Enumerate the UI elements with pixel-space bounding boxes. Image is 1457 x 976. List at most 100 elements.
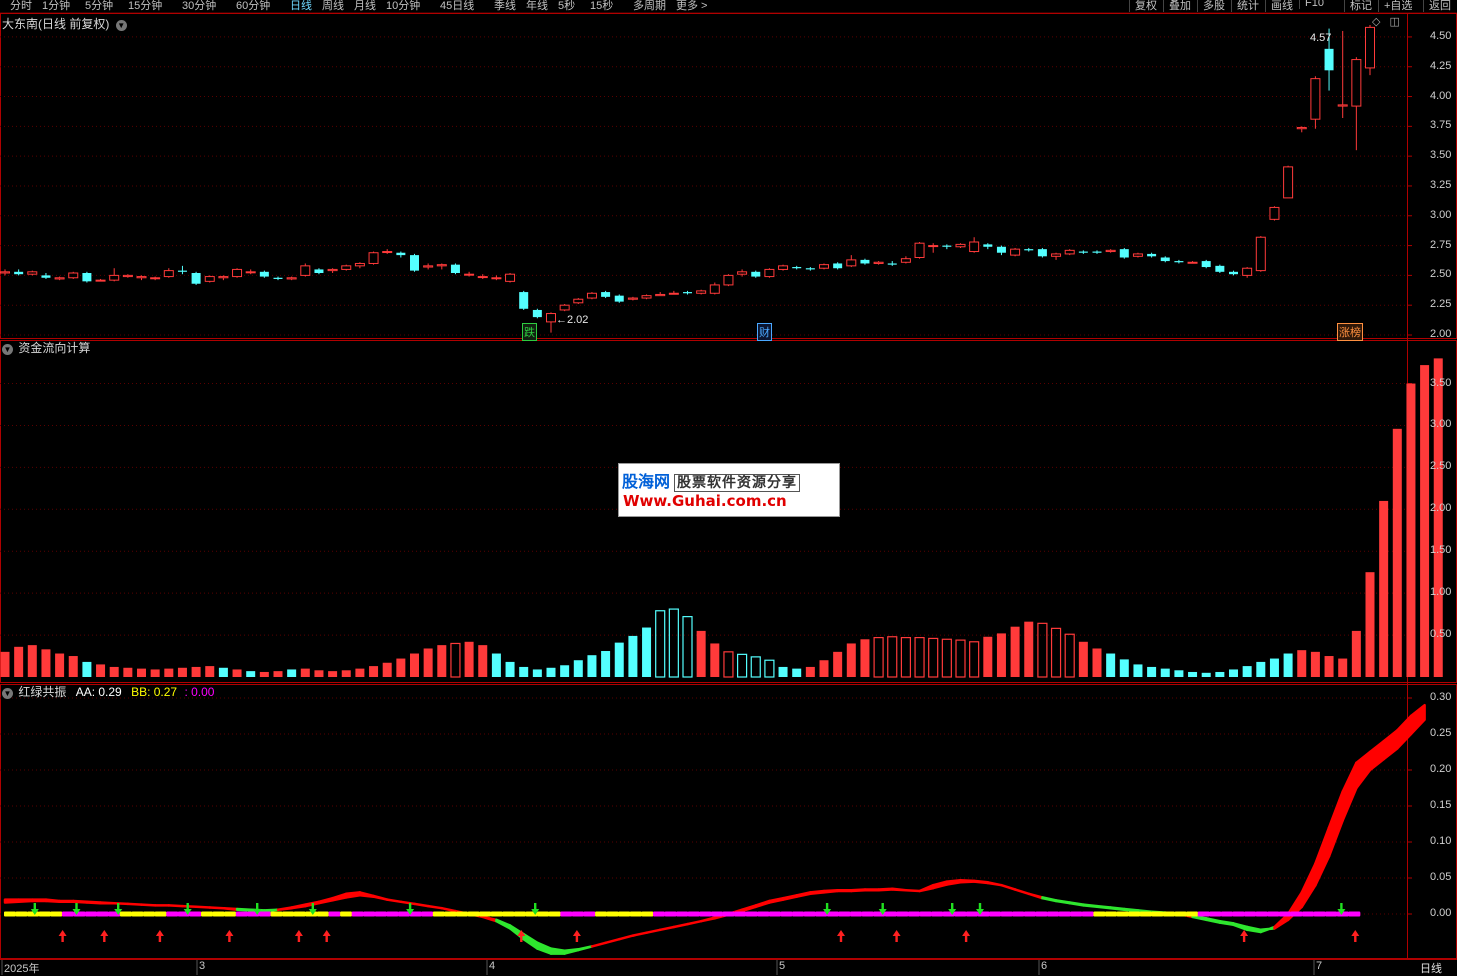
period-indicator[interactable]: 日线	[1420, 960, 1442, 976]
flow-bar	[1010, 626, 1020, 677]
resonance-band-red	[167, 904, 184, 908]
resonance-band-red	[385, 898, 403, 904]
zero-line-segment	[386, 911, 399, 917]
flow-bar	[55, 653, 65, 677]
candle-body	[709, 284, 720, 294]
resonance-band-green	[1232, 922, 1249, 932]
flow-bar	[177, 667, 187, 677]
resonance-band-red	[795, 891, 812, 898]
chevron-down-icon[interactable]: ▼	[115, 20, 127, 31]
resonance-band-red	[1327, 790, 1344, 858]
panel-toggle-icon[interactable]: ◫	[1390, 16, 1400, 28]
y-tick-label: 3.00	[1430, 208, 1452, 221]
candle-body	[163, 270, 174, 278]
candle-body	[505, 273, 516, 282]
zero-line-segment	[595, 911, 607, 917]
resonance-band-red	[891, 887, 908, 892]
flow-bar	[505, 661, 515, 677]
zero-line-segment	[1116, 911, 1129, 917]
resonance-band-red	[822, 888, 839, 894]
candle-body	[1283, 166, 1294, 199]
flow-panel-title[interactable]: ▼ 资金流向计算	[2, 339, 90, 356]
candle-body	[1174, 261, 1184, 263]
chevron-down-icon[interactable]: ▼	[2, 688, 13, 699]
resonance-band-red	[645, 928, 662, 934]
resonance-band-red	[194, 905, 212, 909]
y-tick-label: 1.00	[1430, 586, 1452, 599]
resonance-band-red	[358, 891, 375, 898]
zero-line-segment	[467, 911, 480, 917]
zero-line-segment	[316, 911, 329, 917]
resonance-band-red	[877, 887, 894, 892]
panel-border	[0, 13, 1457, 339]
y-tick-label: 2.50	[1430, 460, 1452, 473]
resonance-band-red	[58, 899, 75, 904]
flow-bar	[723, 651, 734, 678]
resonance-band-red	[836, 888, 853, 893]
resonance-band-red	[918, 883, 935, 893]
chevron-down-icon[interactable]: ▼	[2, 344, 13, 355]
flow-bar	[969, 641, 980, 678]
rg-panel-title[interactable]: ▼ 红绿共振 AA: 0.29 BB: 0.27 : 0.00	[2, 683, 214, 700]
flow-bar	[382, 662, 392, 677]
zero-line-segment	[792, 911, 804, 917]
resonance-band-red	[754, 899, 771, 909]
watermark-tagline: 股票软件资源分享	[674, 474, 801, 492]
zero-line-segment	[1290, 911, 1303, 917]
resonance-band-red	[1341, 761, 1358, 822]
candle-body	[696, 290, 707, 294]
zero-line-segment	[768, 911, 781, 917]
flow-bar	[860, 639, 870, 677]
flow-bar	[1174, 670, 1184, 677]
zero-line-segment	[1151, 911, 1164, 917]
candle-body	[586, 292, 597, 299]
zero-line-segment	[1000, 911, 1013, 917]
resonance-band-red	[222, 906, 239, 911]
resonance-band-green	[577, 945, 594, 952]
flow-bar	[1420, 365, 1430, 677]
signal-tag-limit-up[interactable]: 涨榜	[1337, 323, 1363, 341]
flow-bar	[14, 646, 24, 677]
diamond-icon[interactable]: ◇	[1372, 16, 1380, 28]
y-tick-label: 3.75	[1430, 119, 1452, 132]
flow-bar	[1338, 658, 1348, 677]
aa-value: AA: 0.29	[75, 685, 122, 699]
flow-bar	[560, 665, 570, 677]
y-tick-label: 0.00	[1430, 907, 1452, 919]
zero-line-segment	[212, 911, 225, 917]
flow-bar	[887, 636, 898, 678]
flow-bar	[601, 651, 611, 677]
candle-body	[641, 295, 652, 299]
flow-bar	[750, 656, 761, 678]
resonance-band-red	[181, 904, 198, 909]
indicator-title: 资金流向计算	[18, 341, 91, 355]
zero-line-segment	[224, 911, 237, 917]
resonance-band-green	[263, 908, 280, 913]
candle-body	[136, 276, 147, 279]
buy-arrow-icon	[294, 930, 303, 942]
candle-body	[900, 258, 911, 263]
zero-line-segment	[1162, 911, 1175, 917]
flow-bar	[1037, 622, 1048, 678]
zero-line-segment	[606, 911, 619, 917]
price-panel-title[interactable]: 大东南(日线 前复权) ▼	[2, 15, 127, 32]
y-tick-label: 4.00	[1430, 89, 1452, 102]
signal-tag-fall[interactable]: 跌	[522, 323, 537, 341]
zero-line-segment	[1278, 911, 1291, 917]
zero-line-segment	[629, 911, 642, 917]
zero-line-segment	[131, 911, 144, 917]
candle-body	[1147, 253, 1157, 257]
flow-bar	[164, 668, 174, 677]
zero-line-segment	[757, 911, 770, 917]
candle-body	[737, 271, 748, 275]
zero-line-segment	[61, 911, 74, 917]
flow-bar	[900, 636, 912, 678]
resonance-band-red	[959, 878, 976, 884]
flow-bar	[1078, 641, 1088, 677]
signal-tag-finance[interactable]: 财	[757, 323, 772, 341]
flow-bar	[519, 666, 529, 677]
candle-body	[1010, 248, 1021, 256]
resonance-band-red	[809, 889, 826, 896]
flow-bar	[1324, 656, 1334, 677]
y-tick-label: 2.75	[1430, 238, 1452, 251]
